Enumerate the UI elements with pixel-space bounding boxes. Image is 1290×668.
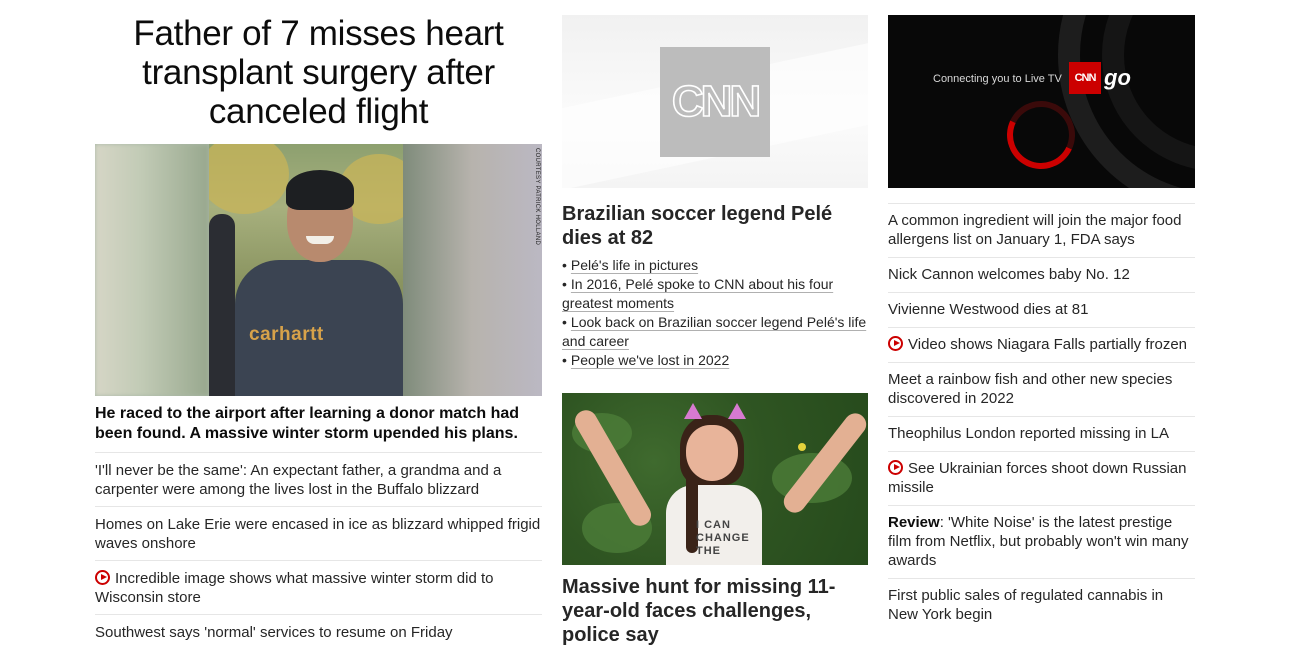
link-text: Pelé's life in pictures	[570, 257, 699, 273]
video-play-icon	[888, 336, 903, 351]
headline-link[interactable]: Meet a rainbow fish and other new specie…	[888, 362, 1195, 416]
headline-text: Video shows Niagara Falls partially froz…	[908, 336, 1188, 353]
related-story-text: Homes on Lake Erie were encased in ice a…	[95, 516, 541, 552]
bullet-dot: •	[562, 276, 567, 292]
missing-girl-image[interactable]: I CAN CHANGE THE	[562, 393, 868, 565]
video-play-icon	[888, 460, 903, 475]
link-text: People we've lost in 2022	[570, 352, 730, 368]
go-logo-text: go	[1104, 65, 1131, 90]
related-stories-list: 'I'll never be the same': An expectant f…	[95, 452, 542, 649]
headline-link[interactable]: Nick Cannon welcomes baby No. 12	[888, 257, 1195, 292]
man-portrait-photo: carhartt	[209, 144, 403, 396]
related-story-link[interactable]: Incredible image shows what massive wint…	[95, 560, 542, 614]
pele-related-link[interactable]: • In 2016, Pelé spoke to CNN about his fo…	[562, 275, 868, 313]
lead-story-column: Father of 7 misses heart transplant surg…	[95, 0, 542, 649]
live-tv-player[interactable]: Connecting you to Live TV CNN go	[888, 15, 1195, 188]
tree-foliage	[209, 144, 289, 214]
related-story-link[interactable]: Southwest says 'normal' services to resu…	[95, 614, 542, 649]
bullet-dot: •	[562, 257, 567, 273]
cnn-badge-logo: CNN	[1069, 62, 1101, 94]
image-blur-left	[95, 144, 209, 396]
headline-text: Vivienne Westwood dies at 81	[888, 301, 1089, 318]
related-story-text: Southwest says 'normal' services to resu…	[95, 624, 453, 641]
bullet-dot: •	[562, 352, 567, 368]
lead-story-image[interactable]: carhartt COURTESY PATRICK HOLLAND	[95, 144, 542, 396]
man-smile	[306, 236, 334, 244]
headline-link[interactable]: First public sales of regulated cannabis…	[888, 578, 1195, 632]
link-text: Look back on Brazilian soccer legend Pel…	[562, 314, 867, 349]
pele-related-link[interactable]: • Look back on Brazilian soccer legend Pe…	[562, 313, 868, 351]
cat-ear-headband	[680, 403, 750, 423]
related-story-link[interactable]: Homes on Lake Erie were encased in ice a…	[95, 506, 542, 560]
headline-link[interactable]: Review: 'White Noise' is the latest pres…	[888, 505, 1195, 578]
lead-caption[interactable]: He raced to the airport after learning a…	[95, 404, 542, 444]
headline-text: Theophilus London reported missing in LA	[888, 425, 1170, 442]
cnn-logo: CNN	[660, 47, 770, 157]
pele-headline[interactable]: Brazilian soccer legend Pelé dies at 82	[562, 202, 868, 250]
headline-link[interactable]: Video shows Niagara Falls partially froz…	[888, 327, 1195, 362]
connecting-text: Connecting you to Live TV	[933, 73, 1062, 85]
pele-related-link[interactable]: • People we've lost in 2022	[562, 351, 868, 370]
headline-link[interactable]: A common ingredient will join the major …	[888, 203, 1195, 257]
flower	[798, 443, 806, 451]
headline-text: A common ingredient will join the major …	[888, 212, 1182, 248]
right-column: Connecting you to Live TV CNN go A commo…	[888, 0, 1195, 632]
image-blur-right	[402, 144, 542, 396]
shirt-text: I CAN CHANGE THE	[696, 519, 750, 557]
related-story-text: Incredible image shows what massive wint…	[95, 570, 494, 606]
middle-column: CNN Brazilian soccer legend Pelé dies at…	[562, 0, 868, 647]
man-beanie	[286, 170, 354, 210]
girl-face	[686, 425, 738, 481]
pele-related-links: • Pelé's life in pictures • In 2016, Pelé …	[562, 256, 868, 370]
pele-story-image[interactable]: CNN	[562, 15, 868, 188]
cnn-logo-text: CNN	[671, 76, 762, 127]
headline-link[interactable]: See Ukrainian forces shoot down Russian …	[888, 451, 1195, 505]
lead-headline[interactable]: Father of 7 misses heart transplant surg…	[95, 14, 542, 131]
headline-link[interactable]: Theophilus London reported missing in LA	[888, 416, 1195, 451]
headline-text: First public sales of regulated cannabis…	[888, 587, 1164, 623]
video-play-icon	[95, 570, 110, 585]
headline-text: Nick Cannon welcomes baby No. 12	[888, 266, 1130, 283]
headlines-list: A common ingredient will join the major …	[888, 203, 1195, 632]
photo-credit: COURTESY PATRICK HOLLAND	[534, 148, 540, 246]
bullet-dot: •	[562, 314, 567, 330]
shirt-logo: carhartt	[249, 324, 324, 345]
headline-text: See Ukrainian forces shoot down Russian …	[888, 460, 1187, 496]
headline-link[interactable]: Vivienne Westwood dies at 81	[888, 292, 1195, 327]
review-label: Review	[888, 514, 940, 531]
bystander-figure	[209, 214, 235, 396]
related-story-text: 'I'll never be the same': An expectant f…	[95, 462, 502, 498]
related-story-link[interactable]: 'I'll never be the same': An expectant f…	[95, 452, 542, 506]
link-text: In 2016, Pelé spoke to CNN about his fou…	[562, 276, 834, 311]
pele-related-link[interactable]: • Pelé's life in pictures	[562, 256, 868, 275]
missing-girl-headline[interactable]: Massive hunt for missing 11-year-old fac…	[562, 575, 868, 647]
headline-text: Meet a rainbow fish and other new specie…	[888, 371, 1173, 407]
